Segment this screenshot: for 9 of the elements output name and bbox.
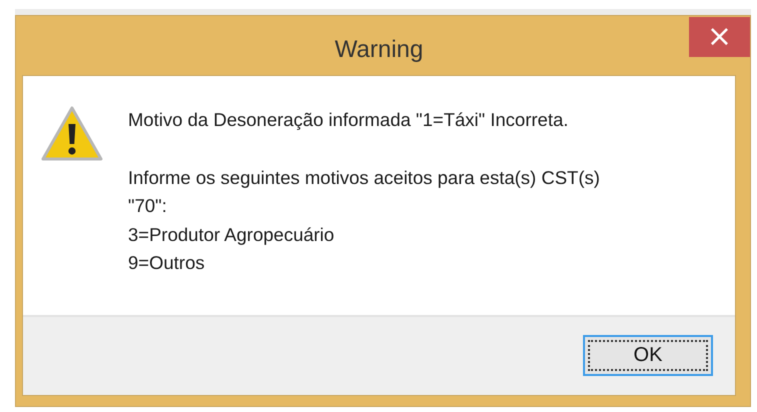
- window-title: Warning: [334, 36, 424, 64]
- message-text: 3=Produtor Agropecuário: [128, 222, 336, 247]
- message-text: "70":: [128, 194, 168, 218]
- warning-icon: [41, 106, 103, 162]
- close-button[interactable]: ×: [689, 17, 750, 57]
- ok-button[interactable]: OK: [583, 335, 713, 376]
- message-text: Motivo da Desoneração informada "1=Táxi" Incorreta.: [128, 108, 570, 132]
- message-text: 9=Outros: [128, 251, 206, 276]
- message-text: Informe os seguintes motivos aceitos para esta(s) CST(s): [128, 166, 600, 190]
